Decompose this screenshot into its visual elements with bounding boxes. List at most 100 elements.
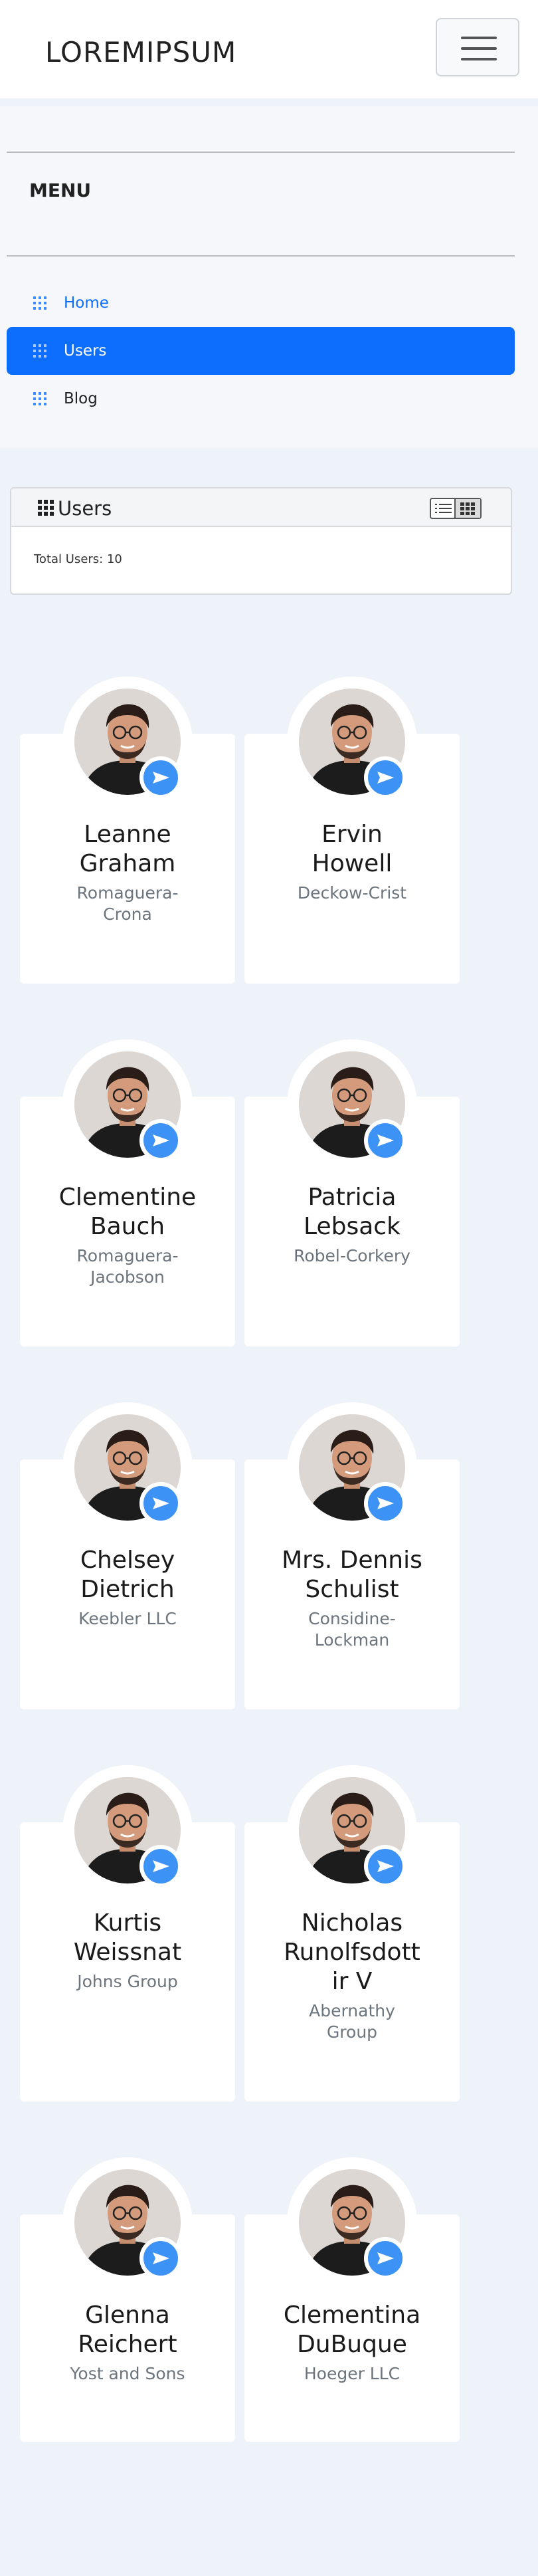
send-icon [153, 1134, 169, 1146]
send-icon [377, 1860, 394, 1872]
user-name: ir V [331, 1968, 373, 1995]
list-icon [435, 504, 452, 513]
hamburger-menu-button[interactable] [436, 18, 519, 76]
user-company: Deckow-Crist [297, 883, 407, 903]
grid-view-button[interactable] [456, 499, 480, 518]
user-name: Kurtis [93, 1909, 162, 1937]
user-name: Schulist [305, 1576, 399, 1603]
user-name: Chelsey [80, 1547, 175, 1574]
avatar-frame [62, 1765, 193, 1895]
avatar-frame [62, 677, 193, 807]
avatar-frame [287, 1039, 417, 1170]
user-name: Ervin [321, 821, 383, 848]
user-name: Lebsack [304, 1213, 401, 1240]
send-message-button[interactable] [139, 1482, 182, 1525]
send-message-button[interactable] [364, 756, 406, 799]
divider [7, 255, 515, 257]
user-company: Abernathy [309, 2001, 395, 2020]
users-panel: Users Total Users: 10 [10, 487, 512, 595]
divider [7, 152, 515, 153]
send-message-button[interactable] [364, 1482, 406, 1525]
send-message-button[interactable] [364, 1845, 406, 1887]
send-icon [377, 772, 394, 784]
user-card[interactable]: Glenna Reichert Yost and Sons [20, 2157, 235, 2442]
avatar-frame [287, 1402, 417, 1533]
user-name: Bauch [90, 1213, 165, 1240]
brand-logo[interactable]: LOREMIPSUM [45, 36, 236, 68]
user-card[interactable]: Mrs. Dennis Schulist Considine- Lockman [244, 1402, 460, 1709]
send-message-button[interactable] [139, 2237, 182, 2280]
user-card[interactable]: Patricia Lebsack Robel-Corkery [244, 1039, 460, 1346]
send-icon [153, 2252, 169, 2264]
send-message-button[interactable] [139, 756, 182, 799]
user-card[interactable]: Chelsey Dietrich Keebler LLC [20, 1402, 235, 1709]
user-card[interactable]: Ervin Howell Deckow-Crist [244, 677, 460, 984]
user-company: Yost and Sons [70, 2364, 185, 2383]
avatar-frame [287, 1765, 417, 1895]
hamburger-icon-bar [461, 58, 497, 60]
user-name: Patricia [308, 1184, 397, 1211]
user-name: Leanne [84, 821, 171, 848]
send-message-button[interactable] [139, 1845, 182, 1887]
user-name: Reichert [78, 2331, 177, 2358]
sidebar-item-blog[interactable]: Blog [7, 375, 515, 423]
user-company: Robel-Corkery [294, 1246, 410, 1265]
panel-title: Users [58, 497, 112, 520]
list-view-button[interactable] [431, 499, 456, 518]
hamburger-icon [461, 37, 497, 39]
user-name: Glenna [85, 2302, 170, 2329]
sidebar-menu: MENU Home Users Blog [0, 106, 538, 448]
user-company: Romaguera- [76, 1246, 179, 1265]
grid-view-icon [460, 502, 475, 515]
send-message-button[interactable] [364, 2237, 406, 2280]
user-name: Weissnat [73, 1939, 182, 1966]
user-company: Considine- [308, 1609, 396, 1628]
user-card[interactable]: Nicholas Runolfsdott ir V Abernathy Group [244, 1765, 460, 2101]
user-card[interactable]: Kurtis Weissnat Johns Group [20, 1765, 235, 2101]
send-icon [153, 1497, 169, 1509]
user-name: Mrs. Dennis [282, 1547, 422, 1574]
user-company: Jacobson [90, 1267, 165, 1287]
user-name: Clementine [58, 1184, 197, 1211]
sidebar-item-home[interactable]: Home [7, 279, 515, 327]
user-company: Crona [103, 905, 152, 924]
send-message-button[interactable] [364, 1119, 406, 1162]
user-name: Nicholas [301, 1909, 403, 1937]
user-name: Graham [79, 850, 176, 877]
avatar-frame [62, 1039, 193, 1170]
user-name: DuBuque [297, 2331, 407, 2358]
avatar-frame [287, 677, 417, 807]
send-icon [377, 1497, 394, 1509]
sidebar-item-label: Users [64, 342, 107, 360]
sidebar-item-label: Blog [64, 390, 98, 407]
send-icon [153, 1860, 169, 1872]
hamburger-icon-bar [461, 47, 497, 50]
user-card[interactable]: Clementina DuBuque Hoeger LLC [244, 2157, 460, 2442]
send-message-button[interactable] [139, 1119, 182, 1162]
panel-header: Users [11, 488, 511, 527]
user-name: Dietrich [80, 1576, 175, 1603]
user-company: Hoeger LLC [304, 2364, 401, 2383]
user-name: Runolfsdott [284, 1939, 420, 1966]
grid-icon [33, 296, 46, 310]
user-company: Keebler LLC [78, 1609, 177, 1628]
user-name: Clementina [283, 2302, 421, 2329]
grid-icon [33, 344, 46, 358]
view-toggle [430, 498, 482, 519]
user-card[interactable]: Leanne Graham Romaguera- Crona [20, 677, 235, 984]
avatar-frame [62, 2157, 193, 2288]
send-icon [377, 2252, 394, 2264]
total-users-count: Total Users: 10 [34, 552, 122, 566]
avatar-frame [287, 2157, 417, 2288]
menu-title: MENU [29, 179, 92, 201]
grid-icon [38, 500, 54, 516]
send-icon [377, 1134, 394, 1146]
user-card[interactable]: Clementine Bauch Romaguera- Jacobson [20, 1039, 235, 1346]
user-company: Romaguera- [76, 883, 179, 903]
avatar-frame [62, 1402, 193, 1533]
grid-icon [33, 392, 46, 405]
user-company: Lockman [314, 1630, 390, 1650]
send-icon [153, 772, 169, 784]
user-name: Howell [312, 850, 393, 877]
sidebar-item-users[interactable]: Users [7, 327, 515, 375]
